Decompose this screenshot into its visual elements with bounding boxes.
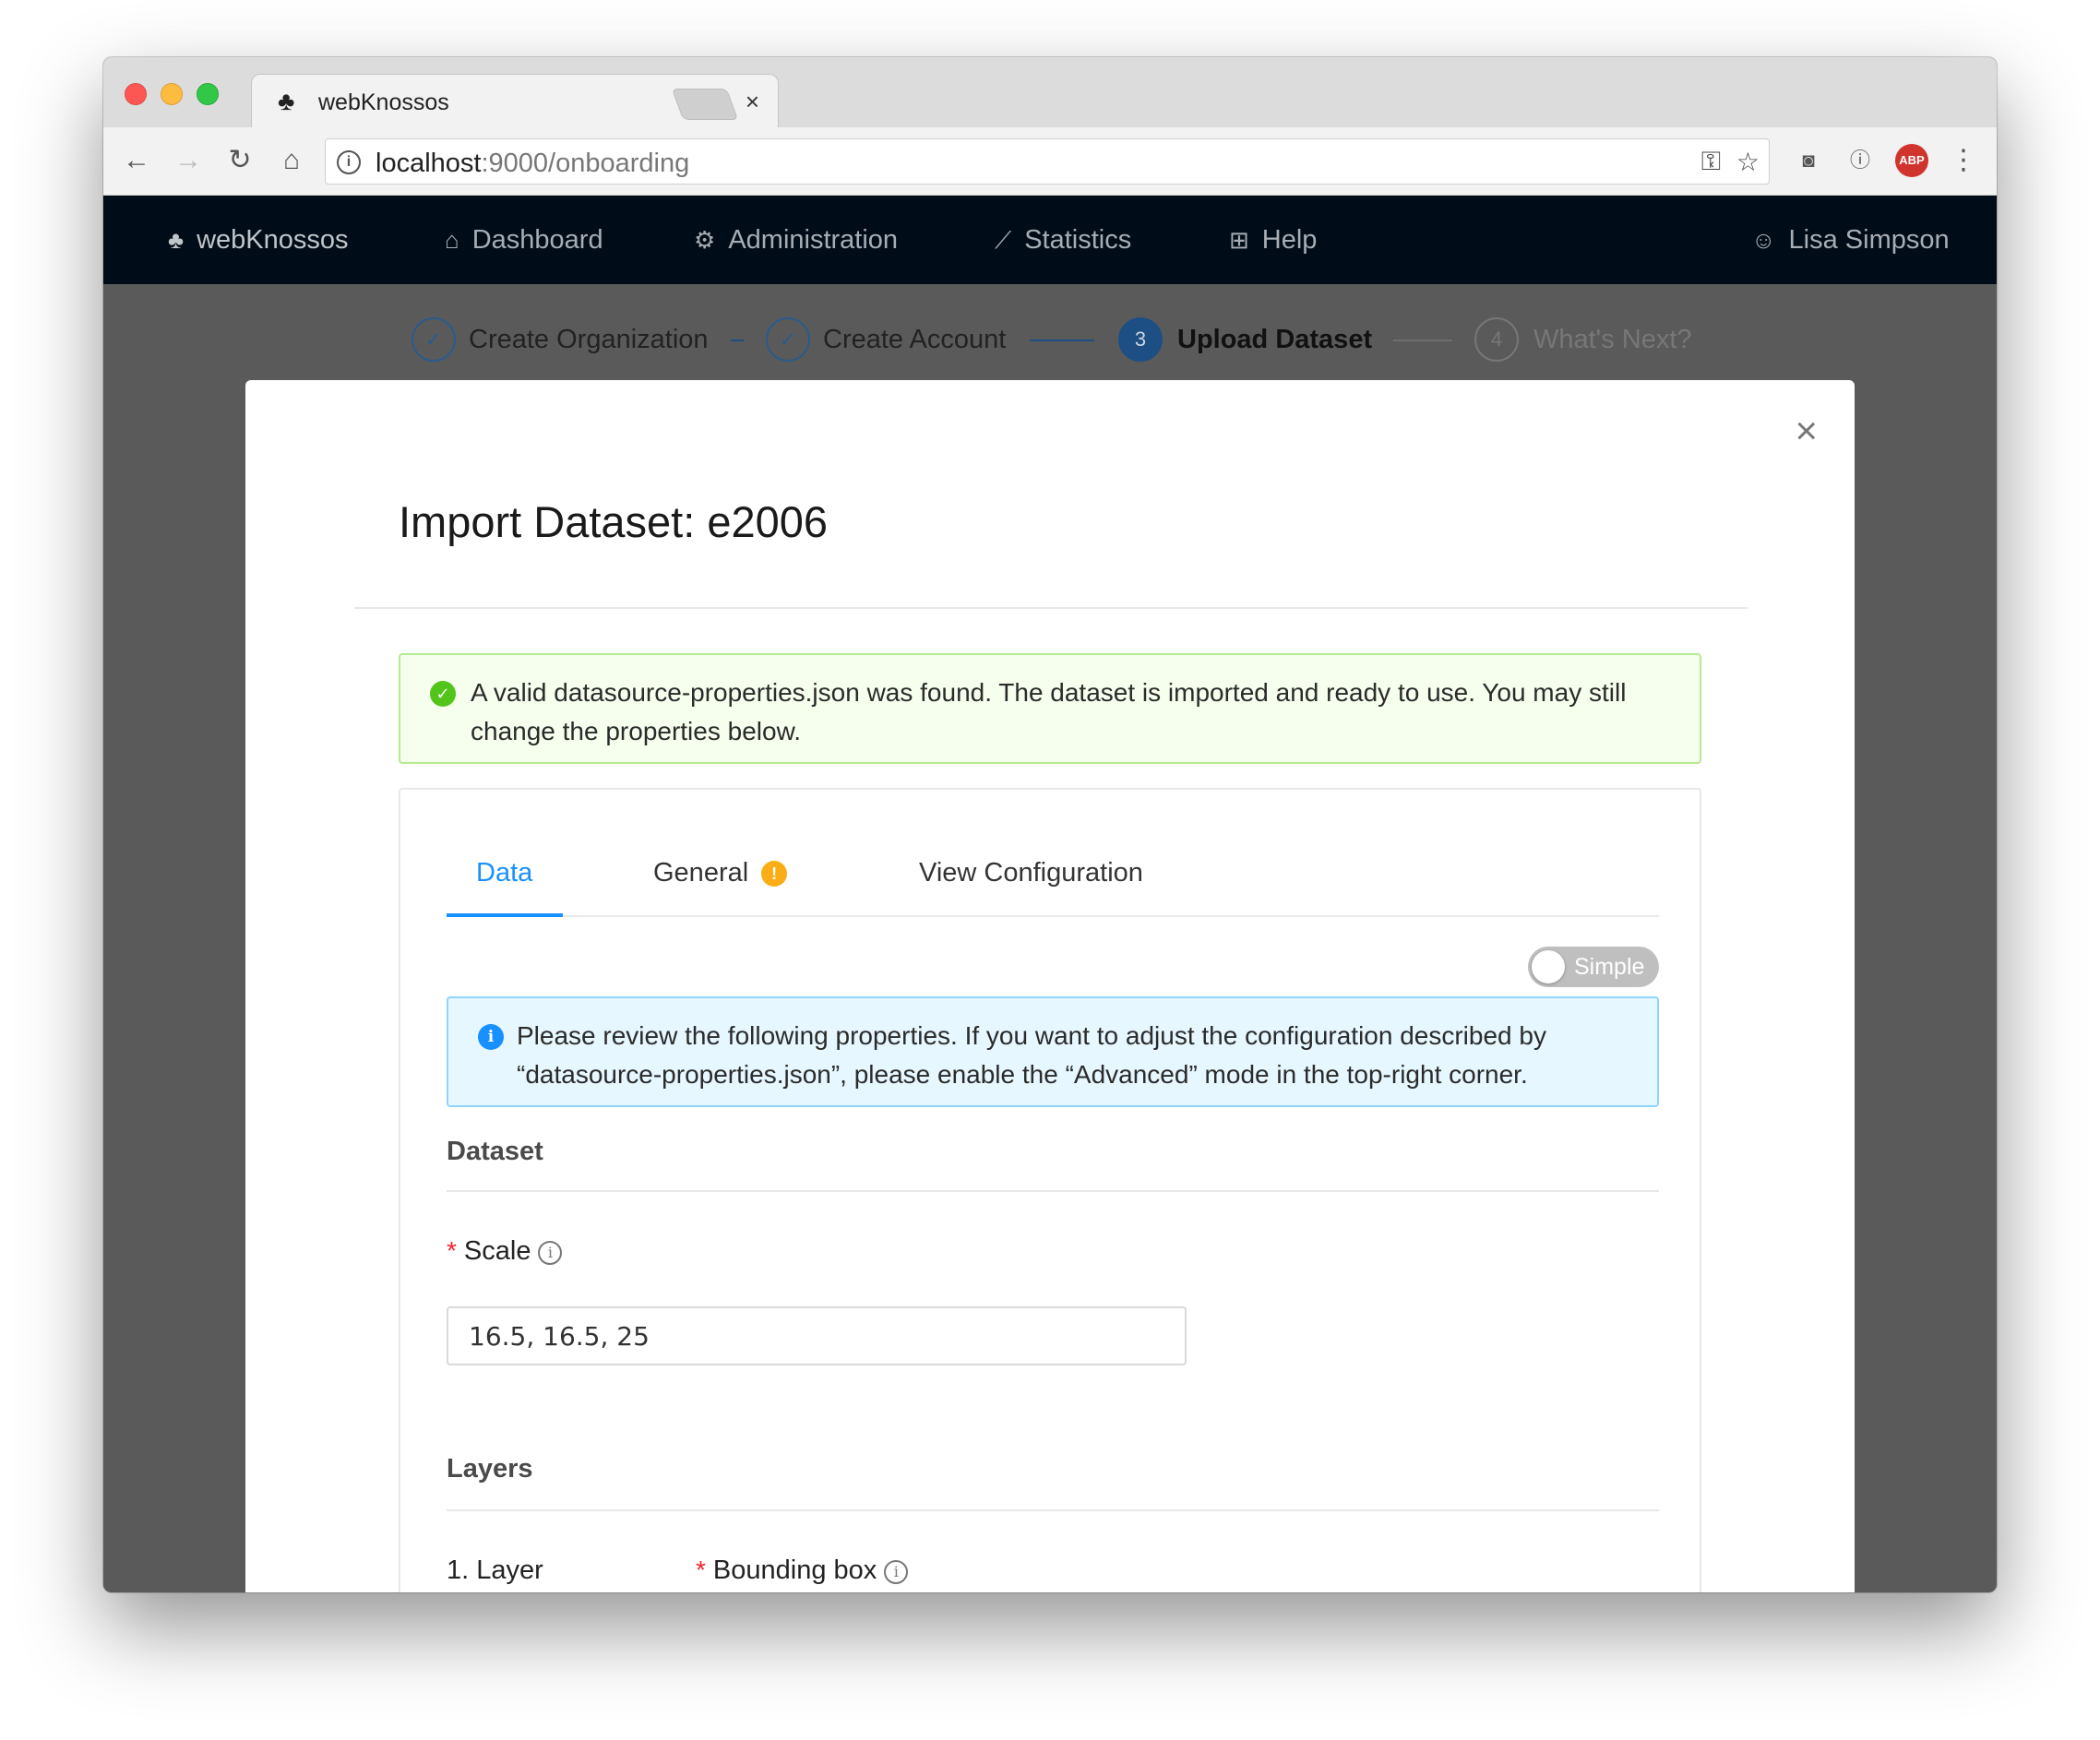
- layers-section-title: Layers: [447, 1454, 533, 1484]
- switch-knob: [1532, 950, 1565, 983]
- nav-label: Statistics: [1024, 225, 1132, 255]
- mode-switch[interactable]: Simple: [1528, 947, 1659, 987]
- clover-icon: ♣: [278, 87, 295, 115]
- nav-label: Dashboard: [471, 225, 603, 255]
- home-icon: ⌂: [445, 226, 459, 254]
- layer-name: 1. Layer: [447, 1555, 543, 1585]
- tab-label: General: [653, 858, 749, 888]
- new-tab-button[interactable]: [671, 89, 739, 120]
- scale-label-text: Scale: [463, 1236, 531, 1266]
- step-create-organization: Create Organization: [469, 325, 709, 354]
- maximize-window-button[interactable]: [197, 83, 219, 105]
- info-alert: i Please review the following properties…: [447, 996, 1659, 1107]
- settings-card: Data General! View Configuration Simple …: [399, 788, 1701, 1592]
- line-chart-icon: ⟋: [995, 226, 1012, 254]
- info-message: Please review the following properties. …: [517, 1021, 1546, 1089]
- app-header: ♣ webKnossos ⌂ Dashboard ⚙ Administration ⟋…: [103, 196, 1997, 284]
- step-number: 4: [1474, 317, 1519, 362]
- step-whats-next: What's Next?: [1533, 325, 1692, 354]
- check-icon: ✓: [412, 317, 456, 362]
- step-connector: [1393, 340, 1452, 341]
- site-info-icon[interactable]: i: [337, 150, 361, 174]
- minimize-window-button[interactable]: [161, 83, 183, 105]
- brand-link[interactable]: ♣ webKnossos: [168, 225, 349, 256]
- dataset-section-title: Dataset: [447, 1137, 543, 1166]
- tab-label: View Configuration: [919, 858, 1143, 888]
- nav-help[interactable]: ⊞ Help: [1229, 225, 1317, 256]
- success-alert: ✓ A valid datasource-properties.json was…: [399, 653, 1701, 764]
- brand-label: webKnossos: [197, 225, 349, 255]
- divider: [447, 1190, 1659, 1192]
- info-circle-icon: i: [478, 1024, 504, 1050]
- nav-label: Help: [1261, 225, 1318, 255]
- key-icon[interactable]: ⚿: [1701, 147, 1721, 177]
- divider: [354, 607, 1748, 609]
- scale-input[interactable]: [447, 1306, 1187, 1365]
- info-circle-icon[interactable]: i: [538, 1241, 563, 1265]
- star-icon[interactable]: ☆: [1736, 147, 1760, 177]
- forward-arrow-icon[interactable]: →: [170, 142, 207, 179]
- exclamation-circle-icon: !: [761, 861, 788, 887]
- divider: [447, 1509, 1659, 1511]
- bounding-box-label: * Bounding box i: [696, 1555, 909, 1586]
- reload-icon[interactable]: ↻: [221, 142, 258, 179]
- home-icon[interactable]: ⌂: [273, 142, 310, 179]
- check-circle-icon: ✓: [430, 681, 456, 707]
- clover-icon: ♣: [168, 226, 185, 254]
- success-message: A valid datasource-properties.json was f…: [471, 678, 1627, 745]
- nav-dashboard[interactable]: ⌂ Dashboard: [445, 225, 603, 256]
- user-name: Lisa Simpson: [1788, 225, 1950, 255]
- browser-toolbar: ← → ↻ ⌂ i localhost:9000/onboarding ⚿ ☆ …: [103, 127, 1997, 196]
- tab-view-configuration[interactable]: View Configuration: [919, 858, 1143, 888]
- tab-close-icon[interactable]: ×: [746, 88, 759, 116]
- browser-window: ♣ webKnossos × ← → ↻ ⌂ i localhost:9000/…: [103, 57, 1997, 1592]
- tab-general[interactable]: General!: [653, 858, 788, 888]
- url-path: :9000/onboarding: [481, 149, 690, 178]
- nav-label: Administration: [728, 225, 899, 255]
- back-arrow-icon[interactable]: ←: [118, 142, 155, 179]
- required-mark: *: [696, 1555, 706, 1584]
- onboarding-steps: ✓ Create Organization ✓ Create Account 3…: [103, 317, 1997, 363]
- step-create-account: Create Account: [823, 325, 1007, 354]
- gear-icon: ⚙: [694, 226, 716, 254]
- scale-label: * Scale i: [447, 1236, 563, 1267]
- url-text[interactable]: localhost:9000/onboarding: [376, 149, 689, 179]
- close-window-button[interactable]: [125, 83, 147, 105]
- import-dataset-modal: × Import Dataset: e2006 ✓ A valid dataso…: [245, 380, 1855, 1592]
- title-bar: ♣ webKnossos ×: [103, 57, 1997, 129]
- close-icon[interactable]: ×: [1795, 411, 1818, 450]
- step-upload-dataset: Upload Dataset: [1177, 325, 1373, 354]
- modal-backdrop: ✓ Create Organization ✓ Create Account 3…: [103, 284, 1997, 1592]
- password-manager-icon[interactable]: ⓘ: [1843, 144, 1877, 177]
- tab-title: webKnossos: [318, 89, 449, 115]
- address-bar[interactable]: i localhost:9000/onboarding ⚿ ☆: [325, 138, 1770, 185]
- user-icon: ☺: [1751, 226, 1776, 254]
- info-circle-icon[interactable]: i: [884, 1560, 909, 1584]
- active-tab-indicator: [447, 913, 563, 917]
- step-number: 3: [1118, 317, 1163, 362]
- settings-tabs: Data General! View Configuration: [447, 841, 1659, 917]
- switch-label: Simple: [1574, 954, 1645, 980]
- check-icon: ✓: [766, 317, 810, 362]
- user-menu[interactable]: ☺ Lisa Simpson: [1751, 225, 1950, 256]
- medicine-box-icon: ⊞: [1229, 226, 1249, 254]
- nav-statistics[interactable]: ⟋ Statistics: [995, 225, 1131, 256]
- menu-dots-icon[interactable]: ⋮: [1947, 144, 1980, 177]
- tab-data[interactable]: Data: [476, 858, 532, 888]
- modal-title: Import Dataset: e2006: [399, 497, 829, 546]
- nav-administration[interactable]: ⚙ Administration: [694, 225, 898, 256]
- pocket-icon[interactable]: ◙: [1792, 144, 1825, 177]
- step-connector: [731, 340, 744, 341]
- url-host: localhost: [376, 149, 482, 178]
- step-connector: [1030, 340, 1094, 341]
- tab-label: Data: [476, 858, 533, 888]
- bounding-box-label-text: Bounding box: [712, 1555, 877, 1585]
- adblock-icon[interactable]: ABP: [1895, 144, 1928, 177]
- required-mark: *: [447, 1236, 457, 1265]
